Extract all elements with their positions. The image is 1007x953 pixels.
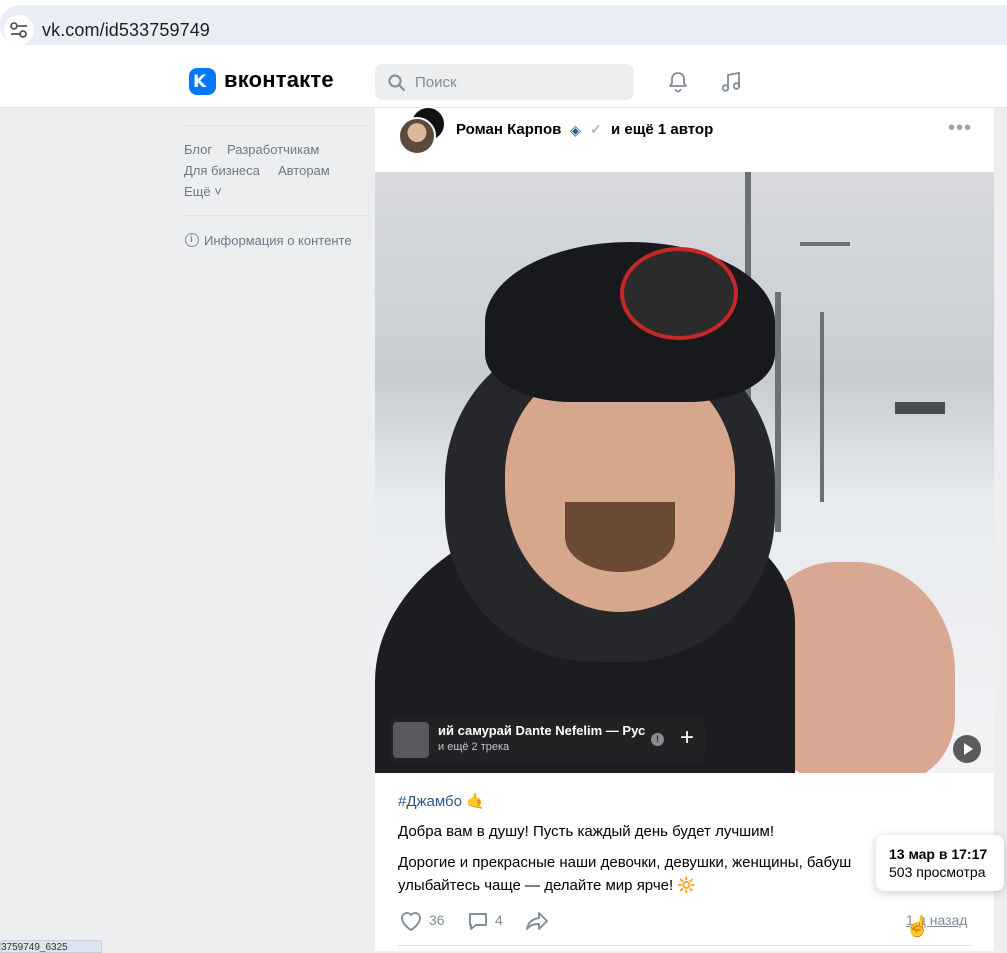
post-text-line: Добра вам в душу! Пусть каждый день буде…: [398, 823, 775, 840]
info-icon: [185, 233, 199, 247]
post-author-name[interactable]: Роман Карпов: [456, 121, 561, 138]
post-photo[interactable]: ий самурай Dante Nefelim — Рус и ещё 2 т…: [375, 172, 994, 773]
link-business[interactable]: Для бизнеса: [184, 163, 260, 178]
lamp-post: [820, 312, 824, 502]
track-title: ий самурай Dante Nefelim — Рус: [438, 723, 646, 738]
vk-header: K вконтакте Поиск: [0, 52, 1007, 108]
divider: [184, 215, 368, 216]
lamp-post: [775, 292, 781, 532]
search-placeholder: Поиск: [415, 74, 457, 91]
link-blog[interactable]: Блог: [184, 142, 212, 157]
url-text: vk.com/id533759749: [42, 20, 210, 40]
browser-address-bar: vk.com/id533759749: [0, 0, 1007, 52]
cap-patch: [620, 247, 738, 340]
url-field[interactable]: vk.com/id533759749: [0, 5, 1007, 45]
tooltip-views: 503 просмотра: [889, 864, 986, 880]
author-avatar[interactable]: [398, 117, 436, 155]
site-settings-icon[interactable]: [4, 15, 34, 45]
comments-count: 4: [495, 912, 503, 928]
search-input[interactable]: Поиск: [375, 64, 634, 100]
divider: [184, 125, 368, 126]
explicit-badge-icon: !: [651, 733, 664, 746]
more-options-icon[interactable]: •••: [948, 117, 972, 140]
link-more[interactable]: Ещё ˅: [184, 184, 222, 199]
status-url-chip: 3759749_6325: [0, 940, 102, 953]
search-icon: [388, 74, 405, 91]
music-attachment[interactable]: ий самурай Dante Nefelim — Рус и ещё 2 т…: [389, 717, 705, 763]
link-developers[interactable]: Разработчикам: [227, 142, 319, 157]
vk-logo-text[interactable]: вконтакте: [224, 67, 334, 93]
beard: [565, 502, 675, 572]
bench: [895, 402, 945, 414]
add-track-icon[interactable]: +: [680, 725, 694, 751]
diamond-badge-icon: ◈: [570, 122, 581, 138]
notifications-bell-icon[interactable]: [666, 70, 690, 94]
link-authors[interactable]: Авторам: [278, 163, 330, 178]
share-icon[interactable]: [524, 909, 550, 933]
hand-cursor-icon: ☝: [905, 916, 930, 938]
divider: [398, 945, 971, 946]
link-content-info[interactable]: Информация о контенте: [204, 233, 352, 248]
verified-check-icon: ✓: [590, 121, 602, 137]
like-heart-icon[interactable]: [398, 909, 424, 933]
vk-logo-icon[interactable]: K: [189, 68, 216, 95]
post-hashtag[interactable]: #Джамбо 🤙: [398, 792, 485, 810]
likes-count: 36: [429, 912, 445, 928]
track-more[interactable]: и ещё 2 трека: [438, 741, 509, 753]
post-coauthors[interactable]: и ещё 1 автор: [611, 121, 713, 138]
music-note-icon[interactable]: [719, 70, 743, 94]
post-text-line: улыбайтесь чаще — делайте мир ярче! 🔆: [398, 877, 696, 894]
tooltip-date: 13 мар в 17:17: [889, 846, 988, 862]
vk-logo-letter: K: [193, 72, 207, 92]
lamp-post: [800, 242, 850, 246]
play-icon[interactable]: [953, 735, 981, 763]
post-text-line: Дорогие и прекрасные наши девочки, девуш…: [398, 854, 852, 871]
comment-icon[interactable]: [466, 909, 490, 933]
post-card: Роман Карпов ◈ ✓ и ещё 1 автор ••• ий са…: [375, 106, 994, 951]
track-cover: [393, 722, 429, 758]
post-date-tooltip: 13 мар в 17:17 503 просмотра: [876, 835, 1004, 891]
